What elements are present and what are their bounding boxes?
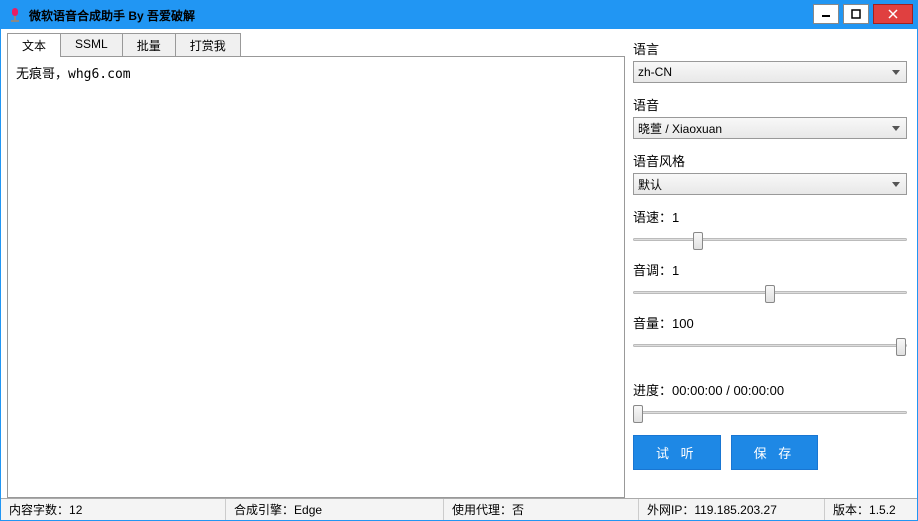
voice-select[interactable]: 晓萱 / Xiaoxuan <box>633 117 907 139</box>
style-select[interactable]: 默认 <box>633 173 907 195</box>
listen-button[interactable]: 试 听 <box>633 435 721 470</box>
style-label: 语音风格 <box>633 151 907 170</box>
volume-slider[interactable] <box>633 336 907 356</box>
tab-donate[interactable]: 打赏我 <box>175 33 241 57</box>
pitch-slider[interactable] <box>633 283 907 303</box>
tab-batch[interactable]: 批量 <box>122 33 176 57</box>
speed-label: 语速：1 <box>633 207 907 226</box>
status-char-count: 内容字数：12 <box>1 499 226 520</box>
text-input[interactable] <box>8 57 624 497</box>
app-window: 微软语音合成助手 By 吾爱破解 文本 SSML 批量 打赏我 语言 zh-CN… <box>0 0 918 521</box>
status-bar: 内容字数：12 合成引擎：Edge 使用代理：否 外网IP：119.185.20… <box>1 498 917 520</box>
minimize-button[interactable] <box>813 4 839 24</box>
maximize-button[interactable] <box>843 4 869 24</box>
progress-label: 进度：00:00:00 / 00:00:00 <box>633 380 907 399</box>
pitch-label: 音调：1 <box>633 260 907 279</box>
voice-label: 语音 <box>633 95 907 114</box>
speed-slider[interactable] <box>633 230 907 250</box>
slider-thumb[interactable] <box>896 338 906 356</box>
titlebar: 微软语音合成助手 By 吾爱破解 <box>1 1 917 29</box>
progress-slider[interactable] <box>633 403 907 423</box>
status-version: 版本：1.5.2 <box>825 499 917 520</box>
tab-text[interactable]: 文本 <box>7 33 61 57</box>
language-select[interactable]: zh-CN <box>633 61 907 83</box>
close-button[interactable] <box>873 4 913 24</box>
status-ip: 外网IP：119.185.203.27 <box>639 499 825 520</box>
status-proxy: 使用代理：否 <box>444 499 639 520</box>
language-label: 语言 <box>633 39 907 58</box>
app-icon <box>7 7 23 23</box>
tab-ssml[interactable]: SSML <box>60 33 123 57</box>
window-title: 微软语音合成助手 By 吾爱破解 <box>29 7 811 24</box>
slider-thumb[interactable] <box>633 405 643 423</box>
tab-bar: 文本 SSML 批量 打赏我 <box>7 33 625 57</box>
save-button[interactable]: 保 存 <box>731 435 819 470</box>
slider-thumb[interactable] <box>693 232 703 250</box>
slider-thumb[interactable] <box>765 285 775 303</box>
status-engine: 合成引擎：Edge <box>226 499 444 520</box>
volume-label: 音量：100 <box>633 313 907 332</box>
